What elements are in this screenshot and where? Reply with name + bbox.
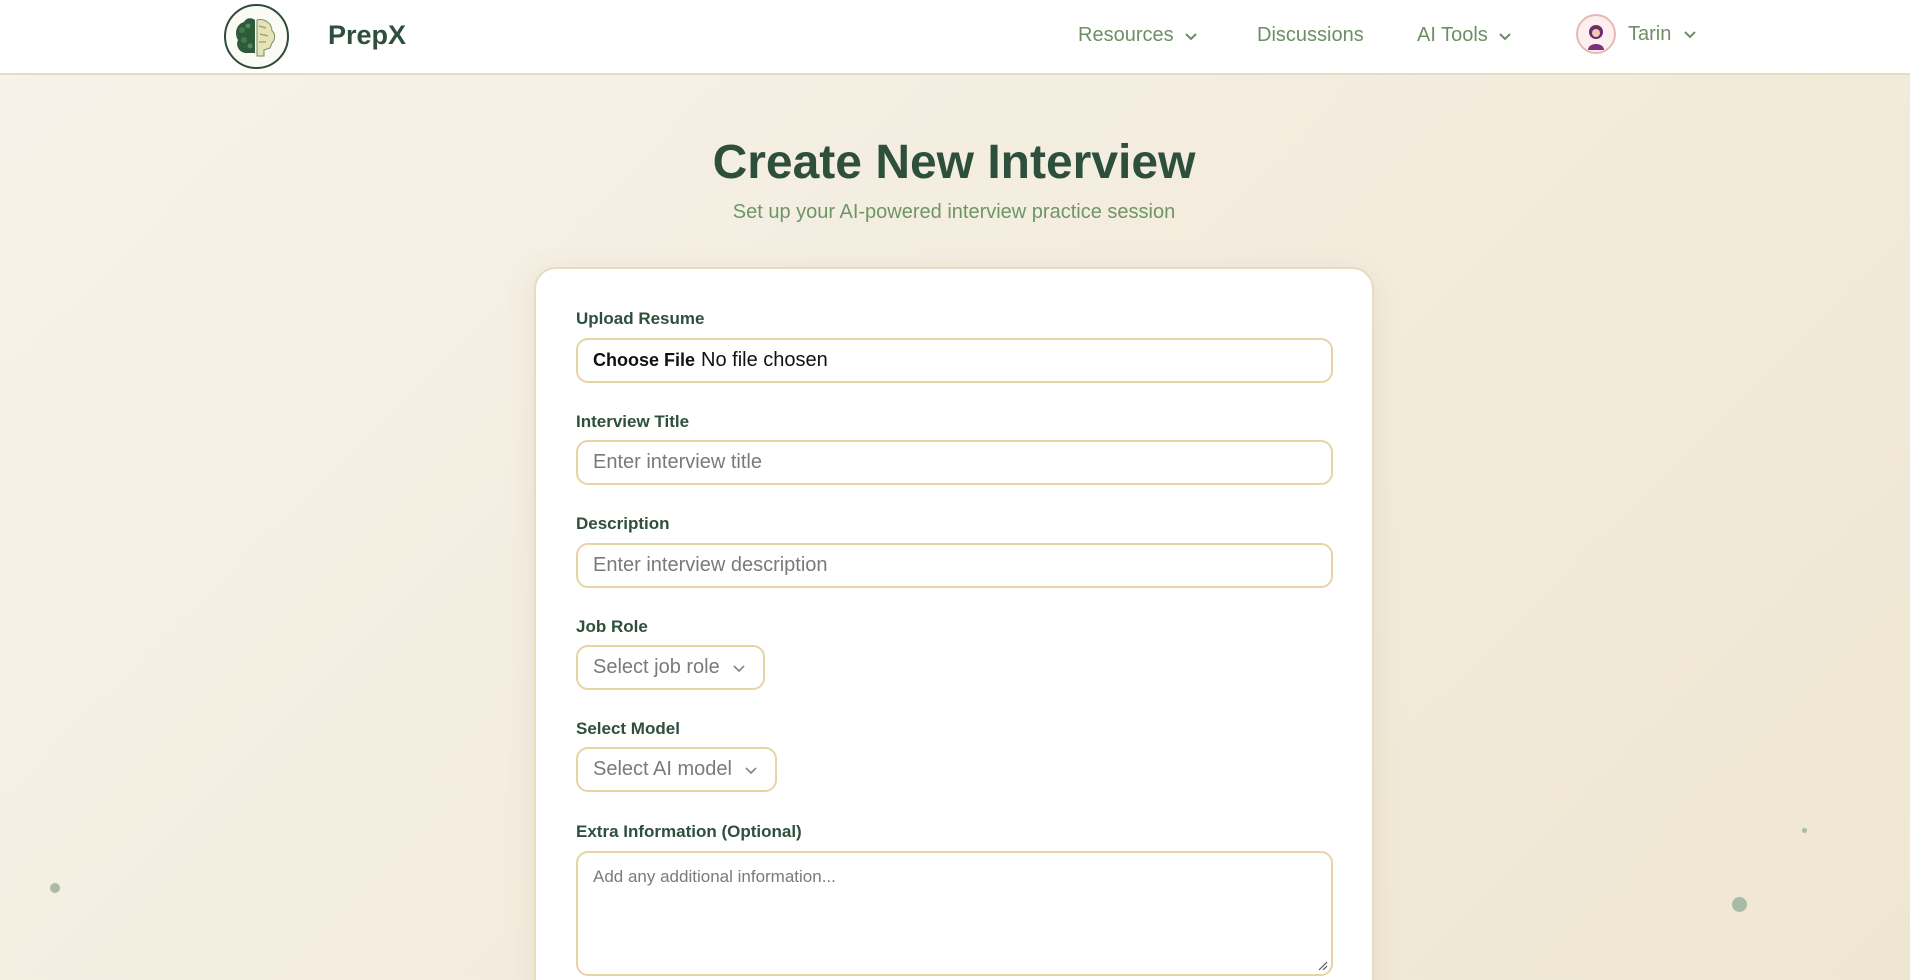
chevron-down-icon — [733, 664, 745, 672]
select-model-label: Select Model — [576, 719, 680, 738]
nav-discussions-label: Discussions — [1257, 24, 1364, 46]
decorative-dot — [1732, 897, 1747, 912]
prepx-logo[interactable] — [224, 4, 289, 69]
nav-resources[interactable]: Resources — [1078, 24, 1198, 47]
brain-logo-icon — [228, 8, 285, 65]
description-input[interactable]: Enter interview description — [576, 543, 1333, 588]
user-avatar-icon — [1588, 25, 1604, 50]
upload-resume-label: Upload Resume — [576, 309, 705, 328]
interview-title-input[interactable]: Enter interview title — [576, 440, 1333, 485]
nav-ai-tools-label: AI Tools — [1417, 24, 1488, 46]
decorative-dot — [50, 883, 60, 893]
job-role-label: Job Role — [576, 617, 648, 636]
page-subtitle: Set up your AI-powered interview practic… — [732, 201, 1176, 223]
avatar — [1576, 14, 1616, 54]
decorative-dot — [1802, 828, 1807, 833]
file-status-text: No file chosen — [701, 349, 828, 371]
chevron-down-icon — [1684, 31, 1697, 39]
chevron-down-icon — [745, 766, 757, 774]
extra-info-placeholder: Add any additional information... — [593, 867, 836, 886]
chevron-down-icon — [1499, 32, 1511, 40]
resize-handle-icon[interactable] — [1316, 959, 1328, 971]
job-role-placeholder: Select job role — [593, 656, 720, 678]
user-menu[interactable]: Tarin — [1576, 14, 1697, 54]
nav-ai-tools[interactable]: AI Tools — [1417, 24, 1512, 47]
model-select[interactable]: Select AI model — [576, 747, 777, 792]
model-placeholder: Select AI model — [593, 758, 732, 780]
nav-resources-label: Resources — [1078, 24, 1174, 46]
choose-file-button[interactable]: Choose File — [593, 350, 695, 371]
extra-info-textarea[interactable]: Add any additional information... — [576, 851, 1333, 976]
extra-info-label: Extra Information (Optional) — [576, 822, 802, 841]
page-title: Create New Interview — [712, 136, 1196, 189]
job-role-select[interactable]: Select job role — [576, 645, 765, 690]
brand-name[interactable]: PrepX — [328, 20, 406, 51]
chevron-down-icon — [1184, 32, 1197, 40]
resume-file-input[interactable]: Choose File No file chosen — [576, 338, 1333, 383]
description-label: Description — [576, 514, 670, 533]
interview-title-label: Interview Title — [576, 412, 690, 431]
user-name: Tarin — [1628, 22, 1672, 45]
create-interview-form: Upload Resume Choose File No file chosen… — [534, 267, 1374, 980]
top-navbar: PrepX Resources Discussions AI Tools Tar… — [0, 0, 1910, 75]
nav-discussions[interactable]: Discussions — [1257, 24, 1364, 47]
